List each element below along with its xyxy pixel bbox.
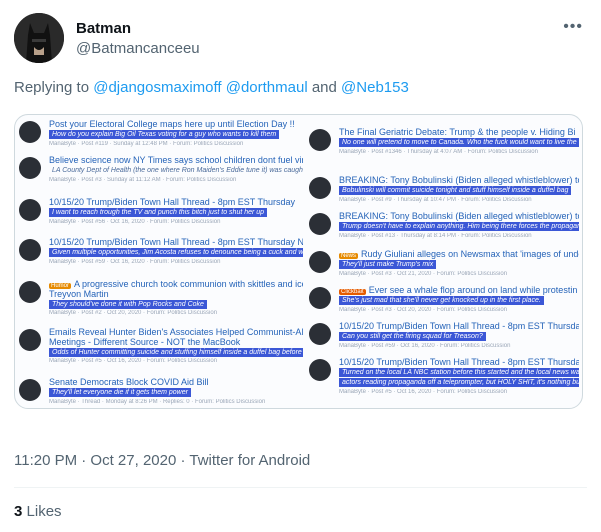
post-excerpt: Trump doesn't have to explain anything. … xyxy=(339,222,579,231)
user-avatar-icon xyxy=(309,177,331,199)
list-item: Clickbait Ever see a whale flop around on… xyxy=(309,285,579,317)
post-excerpt: Bobulinski will commit suicide tonight a… xyxy=(339,186,572,195)
post-title-continued[interactable]: Meetings - Different Source - NOT the Ma… xyxy=(49,337,303,347)
post-meta: ManaByte · Post #13 · Thursday at 8:14 P… xyxy=(339,233,532,239)
list-item: 10/15/20 Trump/Biden Town Hall Thread - … xyxy=(19,237,303,269)
post-excerpt: How do you explain Big Oil Texas voting … xyxy=(49,130,280,139)
user-avatar-icon xyxy=(19,199,41,221)
post-excerpt: They'll just make Trump's mix xyxy=(339,260,437,269)
post-title[interactable]: Humor A progressive church took communion… xyxy=(49,279,303,289)
list-item: Believe science now NY Times says school… xyxy=(19,155,303,187)
user-avatar-icon xyxy=(19,239,41,261)
post-title[interactable]: Post your Electoral College maps here up… xyxy=(49,119,303,129)
post-meta: ManaByte · Post #3 · Oct 20, 2020 · Foru… xyxy=(339,307,508,313)
list-item: News Rudy Giuliani alleges on Newsmax tha… xyxy=(309,249,579,281)
mention-link[interactable]: @Neb153 xyxy=(341,79,409,96)
post-excerpt: I want to reach trough the TV and punch … xyxy=(49,208,268,217)
list-item: Post your Electoral College maps here up… xyxy=(19,119,303,151)
post-meta: ManaByte · Post #119 · Sunday at 12:48 P… xyxy=(49,141,244,147)
replying-to-prefix: Replying to xyxy=(14,79,90,96)
post-excerpt: Can you still get the firing squad for T… xyxy=(339,332,486,341)
more-options-icon[interactable]: ••• xyxy=(563,18,583,36)
post-meta: ManaByte · Post #5 · Oct 16, 2020 · Foru… xyxy=(339,389,508,395)
author-handle[interactable]: @Batmancanceeu xyxy=(76,40,200,57)
post-excerpt: Given multiple opportunities, Jim Acosta… xyxy=(49,248,303,257)
user-avatar-icon xyxy=(19,121,41,143)
likes-count[interactable]: 3 Likes xyxy=(14,503,62,520)
user-avatar-icon xyxy=(309,213,331,235)
tweet: Batman @Batmancanceeu ••• Replying to @d… xyxy=(0,0,601,532)
list-item: 10/15/20 Trump/Biden Town Hall Thread - … xyxy=(309,321,579,353)
post-meta: ManaByte · Thread · Monday at 8:26 PM · … xyxy=(49,399,266,405)
likes-label: Likes xyxy=(26,503,62,520)
post-meta: ManaByte · Post #3 · Sunday at 11:12 AM … xyxy=(49,177,237,183)
list-item: Humor A progressive church took communion… xyxy=(19,279,303,321)
list-item: BREAKING: Tony Bobulinski (Biden alleged… xyxy=(309,211,579,243)
list-item: 10/15/20 Trump/Biden Town Hall Thread - … xyxy=(309,357,579,399)
post-excerpt: They should've done it with Pop Rocks an… xyxy=(49,300,207,309)
user-avatar-icon xyxy=(309,287,331,309)
post-meta: ManaByte · Post #59 · Oct 16, 2020 · For… xyxy=(339,343,511,349)
list-item: Senate Democrats Block COVID Aid Bill Th… xyxy=(19,377,303,408)
list-item: BREAKING: Tony Bobulinski (Biden alleged… xyxy=(309,175,579,207)
user-avatar-icon xyxy=(309,323,331,345)
user-avatar-icon xyxy=(19,157,41,179)
post-title[interactable]: 10/15/20 Trump/Biden Town Hall Thread - … xyxy=(49,197,303,207)
user-avatar-icon xyxy=(19,379,41,401)
post-title[interactable]: The Final Geriatric Debate: Trump & the … xyxy=(339,127,579,137)
post-excerpt: LA County Dept of Health (the one where … xyxy=(52,167,303,174)
post-title-text[interactable]: Ever see a whale flop around on land whi… xyxy=(369,285,578,295)
mention-link[interactable]: @djangosmaximoff xyxy=(93,79,221,96)
replying-to: Replying to @djangosmaximoff @dorthmaul … xyxy=(14,79,409,96)
list-item: The Final Geriatric Debate: Trump & the … xyxy=(309,127,579,159)
list-item: Emails Reveal Hunter Biden's Associates … xyxy=(19,327,303,369)
author-name[interactable]: Batman xyxy=(76,20,131,37)
post-title[interactable]: 10/15/20 Trump/Biden Town Hall Thread - … xyxy=(49,237,303,247)
post-meta: ManaByte · Post #59 · Oct 16, 2020 · For… xyxy=(49,259,221,265)
post-excerpt-continued: actors reading propaganda off a teleprom… xyxy=(339,378,579,387)
post-title[interactable]: News Rudy Giuliani alleges on Newsmax tha… xyxy=(339,249,579,259)
post-excerpt: They'll let everyone die if it gets them… xyxy=(49,388,191,397)
post-title-continued[interactable]: Treyvon Martin xyxy=(49,289,303,299)
post-title-text[interactable]: Rudy Giuliani alleges on Newsmax that 'i… xyxy=(361,249,579,259)
prefix-tag: News xyxy=(339,253,359,259)
post-title-text[interactable]: A progressive church took communion with… xyxy=(74,279,303,289)
replying-to-joiner: and xyxy=(311,79,337,96)
post-excerpt: No one will pretend to move to Canada. W… xyxy=(339,138,579,147)
user-avatar-icon xyxy=(309,129,331,151)
divider xyxy=(14,487,587,488)
user-avatar-icon xyxy=(19,329,41,351)
user-avatar-icon xyxy=(309,359,331,381)
post-meta: ManaByte · Post #1346 · Thursday at 4:07… xyxy=(339,149,538,155)
user-avatar-icon xyxy=(309,251,331,273)
tweet-timestamp[interactable]: 11:20 PM · Oct 27, 2020 · Twitter for An… xyxy=(14,452,310,469)
post-title[interactable]: BREAKING: Tony Bobulinski (Biden alleged… xyxy=(339,211,579,221)
batman-mask-icon xyxy=(14,13,64,63)
post-title[interactable]: Clickbait Ever see a whale flop around on… xyxy=(339,285,579,295)
likes-number: 3 xyxy=(14,503,23,520)
avatar[interactable] xyxy=(14,13,64,63)
post-excerpt: Turned on the local LA NBC station befor… xyxy=(339,368,579,377)
post-meta: ManaByte · Post #5 · Oct 16, 2020 · Foru… xyxy=(49,358,218,364)
post-excerpt: She's just mad that she'll never get kno… xyxy=(339,296,544,305)
post-title[interactable]: 10/15/20 Trump/Biden Town Hall Thread - … xyxy=(339,321,579,331)
post-title[interactable]: BREAKING: Tony Bobulinski (Biden alleged… xyxy=(339,175,579,185)
post-title[interactable]: Senate Democrats Block COVID Aid Bill xyxy=(49,377,303,387)
post-title[interactable]: Believe science now NY Times says school… xyxy=(49,155,303,165)
post-meta: ManaByte · Post #2 · Oct 20, 2020 · Foru… xyxy=(49,310,218,316)
attached-screenshot[interactable]: Post your Electoral College maps here up… xyxy=(14,114,583,409)
post-meta: ManaByte · Post #9 · Thursday at 10:47 P… xyxy=(339,197,532,203)
user-avatar-icon xyxy=(19,281,41,303)
post-meta: ManaByte · Post #56 · Oct 16, 2020 · For… xyxy=(49,219,221,225)
post-title[interactable]: 10/15/20 Trump/Biden Town Hall Thread - … xyxy=(339,357,579,367)
prefix-tag: Clickbait xyxy=(339,289,366,295)
post-excerpt: Odds of Hunter committing suicide and st… xyxy=(49,348,303,357)
mention-link[interactable]: @dorthmaul xyxy=(226,79,308,96)
list-item: 10/15/20 Trump/Biden Town Hall Thread - … xyxy=(19,197,303,229)
post-meta: ManaByte · Post #3 · Oct 21, 2020 · Foru… xyxy=(339,271,508,277)
post-title[interactable]: Emails Reveal Hunter Biden's Associates … xyxy=(49,327,303,337)
